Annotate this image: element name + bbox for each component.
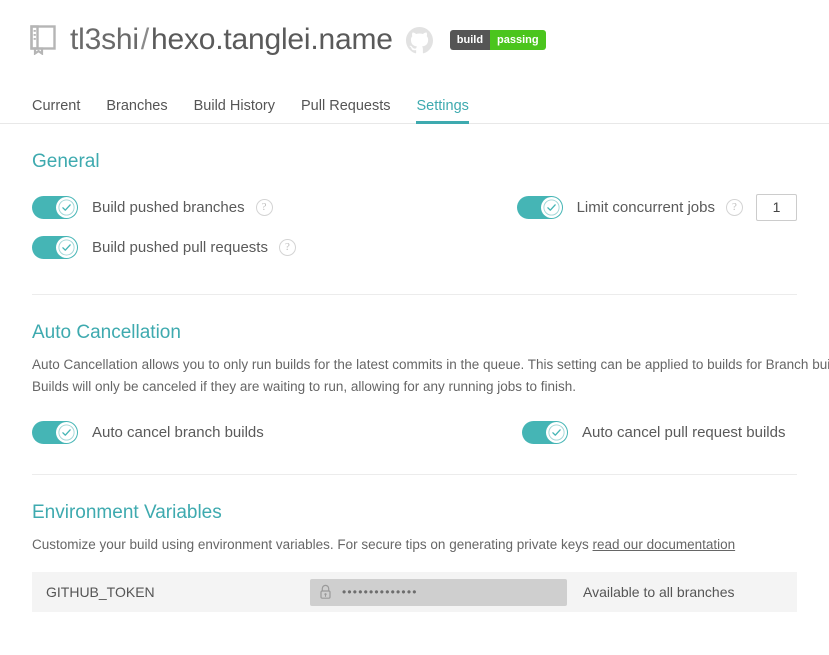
build-pushed-pull-requests-label: Build pushed pull requests [92, 239, 268, 256]
travis-repository-settings-page: tl3shi/hexo.tanglei.name build passing C… [0, 0, 829, 655]
tab-settings[interactable]: Settings [416, 98, 468, 123]
toggle-knob [546, 422, 567, 443]
repository-header: tl3shi/hexo.tanglei.name build passing [0, 0, 829, 62]
tab-current[interactable]: Current [32, 98, 80, 123]
concurrent-jobs-input[interactable] [756, 194, 797, 221]
auto-cancellation-section: Auto Cancellation Auto Cancellation allo… [32, 295, 797, 452]
auto-cancel-branch-builds-setting: Auto cancel branch builds [32, 421, 522, 444]
toggle-knob [56, 422, 77, 443]
build-pushed-pull-requests-toggle[interactable] [32, 236, 78, 259]
build-pushed-branches-label: Build pushed branches [92, 199, 245, 216]
env-var-scope: Available to all branches [583, 584, 735, 600]
auto-cancel-pull-request-builds-label: Auto cancel pull request builds [582, 424, 785, 441]
badge-status: passing [490, 30, 546, 50]
repo-book-icon [30, 25, 70, 55]
general-section: General Build pushed branches [32, 124, 797, 267]
auto-cancellation-section-title: Auto Cancellation [32, 322, 797, 344]
toggle-knob [541, 197, 562, 218]
auto-cancel-branch-builds-toggle[interactable] [32, 421, 78, 444]
settings-row: Build pushed pull requests ? [32, 227, 797, 267]
repo-owner[interactable]: tl3shi [70, 23, 139, 56]
limit-concurrent-jobs-toggle[interactable] [517, 196, 563, 219]
environment-variables-section-title: Environment Variables [32, 502, 797, 524]
env-var-masked-value: •••••••••••••• [342, 586, 418, 598]
settings-row: Build pushed branches ? Li [32, 187, 797, 227]
general-section-title: General [32, 151, 797, 173]
auto-cancel-pull-request-builds-toggle[interactable] [522, 421, 568, 444]
limit-concurrent-jobs-label: Limit concurrent jobs [577, 199, 715, 216]
env-var-value-field[interactable]: •••••••••••••• [310, 579, 567, 606]
build-pushed-pull-requests-setting: Build pushed pull requests ? [32, 236, 522, 259]
repo-separator: / [139, 23, 151, 56]
help-icon[interactable]: ? [279, 239, 296, 256]
env-description-text: Customize your build using environment v… [32, 537, 593, 552]
build-pushed-branches-toggle[interactable] [32, 196, 78, 219]
auto-cancellation-description-line2: Builds will only be canceled if they are… [32, 376, 797, 398]
limit-concurrent-jobs-setting: Limit concurrent jobs ? [517, 194, 797, 221]
github-mark-icon[interactable] [393, 27, 433, 54]
build-status-badge[interactable]: build passing [450, 30, 546, 50]
env-var-name: GITHUB_TOKEN [46, 584, 310, 600]
environment-variables-description: Customize your build using environment v… [32, 534, 797, 556]
help-icon[interactable]: ? [726, 199, 743, 216]
auto-cancel-pull-request-builds-setting: Auto cancel pull request builds [522, 421, 785, 444]
settings-row: Auto cancel branch builds Auto cancel [32, 412, 797, 452]
tab-build-history[interactable]: Build History [194, 98, 275, 123]
auto-cancel-branch-builds-label: Auto cancel branch builds [92, 424, 264, 441]
toggle-knob [56, 197, 77, 218]
tab-pull-requests[interactable]: Pull Requests [301, 98, 390, 123]
tab-branches[interactable]: Branches [106, 98, 167, 123]
page-title: tl3shi/hexo.tanglei.name [70, 23, 393, 57]
environment-variables-table: GITHUB_TOKEN •••••••••••••• Avai [32, 572, 797, 612]
badge-label: build [450, 30, 490, 50]
help-icon[interactable]: ? [256, 199, 273, 216]
table-row: GITHUB_TOKEN •••••••••••••• Avai [32, 572, 797, 612]
repository-tabs: Current Branches Build History Pull Requ… [0, 90, 829, 124]
toggle-knob [56, 237, 77, 258]
auto-cancellation-description-line1: Auto Cancellation allows you to only run… [32, 354, 797, 376]
documentation-link[interactable]: read our documentation [593, 537, 736, 552]
repo-name[interactable]: hexo.tanglei.name [151, 23, 393, 56]
lock-icon [318, 584, 333, 600]
general-settings-rows: Build pushed branches ? Li [32, 187, 797, 267]
auto-cancellation-rows: Auto cancel branch builds Auto cancel [32, 412, 797, 452]
build-pushed-branches-setting: Build pushed branches ? [32, 196, 517, 219]
environment-variables-section: Environment Variables Customize your bui… [32, 475, 797, 612]
